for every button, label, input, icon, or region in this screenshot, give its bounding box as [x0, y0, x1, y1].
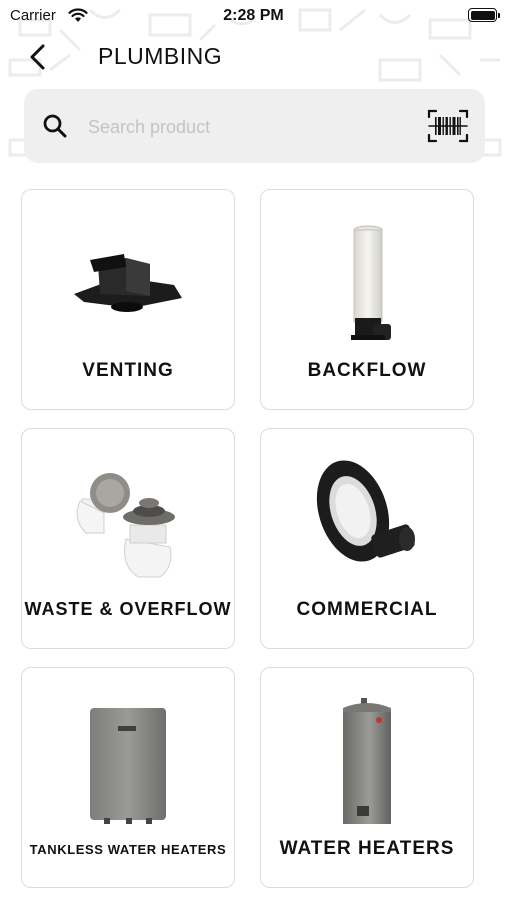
category-card-commercial[interactable]: COMMERCIAL — [260, 428, 474, 649]
category-card-venting[interactable]: VENTING — [21, 189, 235, 410]
barcode-scanner-icon[interactable] — [427, 108, 469, 144]
search-icon — [43, 114, 67, 138]
category-label: COMMERCIAL — [296, 599, 438, 620]
page-title: PLUMBING — [98, 43, 223, 69]
category-label: TANKLESS WATER HEATERS — [29, 842, 227, 857]
roof-vent-image — [74, 254, 182, 312]
battery-icon — [468, 8, 500, 22]
search-input[interactable] — [86, 110, 390, 144]
category-label: WASTE & OVERFLOW — [24, 599, 232, 619]
commercial-flush-valve-image — [316, 460, 415, 562]
category-card-backflow[interactable]: BACKFLOW — [260, 189, 474, 410]
category-label: WATER HEATERS — [279, 838, 455, 859]
water-heater-image — [343, 698, 391, 824]
back-chevron-icon[interactable] — [24, 40, 54, 74]
category-card-waste-overflow[interactable]: WASTE & OVERFLOW — [21, 428, 235, 649]
category-label: VENTING — [82, 360, 174, 381]
waste-overflow-drain-image — [76, 473, 175, 578]
status-bar: Carrier 2:28 PM — [0, 0, 507, 34]
backflow-pipe-image — [351, 225, 391, 340]
tankless-water-heater-image — [90, 708, 166, 824]
category-label: BACKFLOW — [307, 360, 427, 381]
navigation-bar: PLUMBING — [0, 36, 507, 78]
status-time: 2:28 PM — [223, 7, 284, 24]
category-card-water-heaters[interactable]: WATER HEATERS — [260, 667, 474, 888]
search-bar — [24, 89, 485, 163]
category-card-tankless-water-heaters[interactable]: TANKLESS WATER HEATERS — [21, 667, 235, 888]
